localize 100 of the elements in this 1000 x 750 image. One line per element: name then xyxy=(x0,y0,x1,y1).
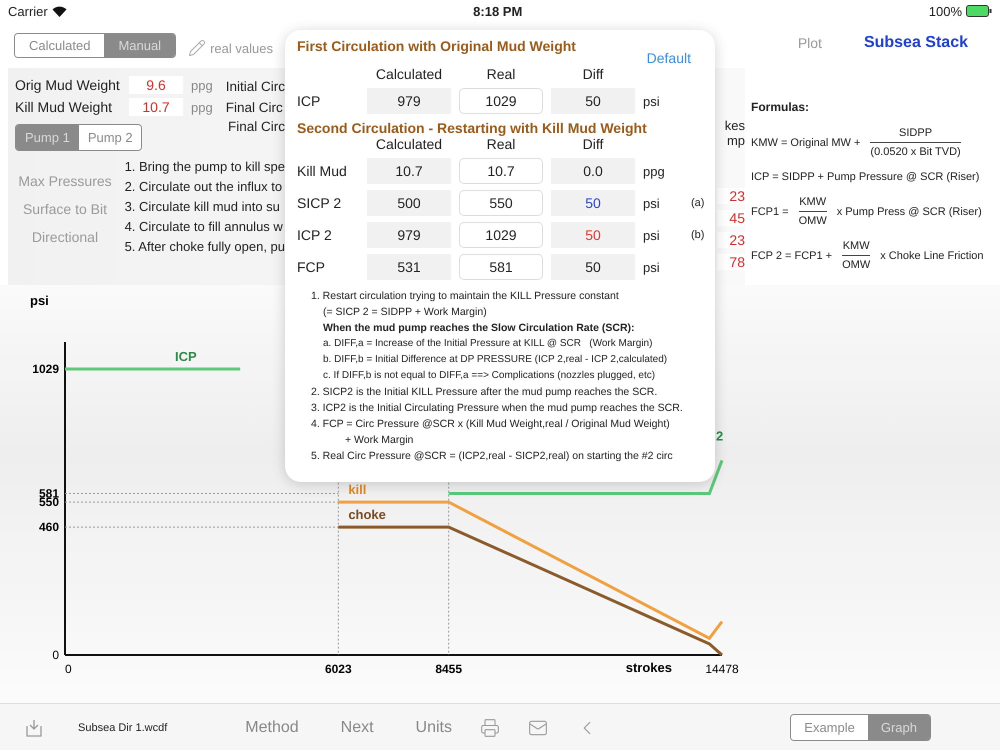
formula-text: ICP = SIDPP + Pump Pressure @ SCR (Riser) xyxy=(751,171,980,183)
formula-text: KMW = Original MW + xyxy=(751,136,860,148)
unit-label: ppg xyxy=(191,100,213,114)
x-tick-label: 6023 xyxy=(324,662,352,676)
side-link[interactable]: Surface to Bit xyxy=(15,201,115,217)
side-link[interactable]: Max Pressures xyxy=(15,173,115,189)
note-text: + Work Margin xyxy=(344,433,414,448)
file-name: Subsea Dir 1.wcdf xyxy=(78,722,168,734)
table-cell: 10.7 xyxy=(367,158,451,184)
view-tab[interactable]: Graph xyxy=(868,715,930,740)
wifi-icon xyxy=(52,6,67,16)
note-text: (= SICP 2 = SIDPP + Work Margin) xyxy=(322,305,488,320)
series-label: choke xyxy=(348,507,386,522)
unit-label: psi xyxy=(643,94,661,108)
value-text: 78 xyxy=(717,254,745,270)
status-time: 8:18 PM xyxy=(473,4,522,18)
note-text: c. If DIFF,b is not equal to DIFF,a ==> Complications (nozzles plugged, etc) xyxy=(322,369,656,383)
unit-label: ppg xyxy=(191,78,213,92)
input-field[interactable]: 1029 xyxy=(459,88,543,114)
input-field[interactable]: 10.7 xyxy=(459,158,543,184)
formula-numerator: KMW xyxy=(842,240,870,252)
row-label: FCP xyxy=(297,259,326,275)
value-text: 45 xyxy=(717,210,745,226)
note-text: 4. FCP = Circ Pressure @SCR x (Kill Mud Weight,real / Original Mud Weight) xyxy=(311,417,671,432)
input-field[interactable]: 550 xyxy=(459,190,543,216)
note-text: 2. SICP2 is the Initial KILL Pressure after the mud pump reaches the SCR. xyxy=(311,385,658,400)
table-cell: 979 xyxy=(367,222,451,248)
input-field[interactable]: 581 xyxy=(459,254,543,280)
column-header: Diff xyxy=(582,66,604,82)
formula-numerator: KMW xyxy=(799,196,826,208)
row-label: ICP 2 xyxy=(297,227,333,243)
note-text: 1. Restart circulation trying to maintain the KILL Pressure constant xyxy=(311,289,620,304)
series-label: 2 xyxy=(716,428,724,444)
section-title: First Circulation with Original Mud Weight xyxy=(297,38,576,54)
field-label: Orig Mud Weight xyxy=(15,77,121,93)
pencil-icon xyxy=(188,39,206,57)
section-title: Second Circulation - Restarting with Kill Mud Weight xyxy=(297,120,648,136)
pump-tab[interactable]: Pump 1 xyxy=(16,125,79,150)
toolbar-button[interactable]: Units xyxy=(416,718,452,736)
note-text: b. DIFF,b = Initial Difference at DP PRESSURE (ICP 2,real - ICP 2,calculated) xyxy=(322,353,668,367)
column-header: Real xyxy=(486,136,516,152)
column-header: Calculated xyxy=(374,66,444,82)
x-axis-title: strokes xyxy=(626,660,672,675)
y-tick-label: 460 xyxy=(38,520,59,534)
table-cell: 50 xyxy=(551,254,635,280)
note-text: 3. ICP2 is the Initial Circulating Pressure when the mud pump reaches the SCR. xyxy=(311,401,684,416)
tray-download-icon[interactable] xyxy=(24,718,44,738)
toolbar-button[interactable]: Method xyxy=(245,718,299,736)
y-tick-label: 0 xyxy=(52,648,59,662)
toolbar-button[interactable]: Next xyxy=(340,718,374,736)
column-header: Real xyxy=(486,66,516,82)
row-label: ICP xyxy=(297,93,322,109)
view-tab[interactable]: Example xyxy=(791,715,868,740)
series-label: ICP xyxy=(175,348,197,364)
formula-text: x Choke Line Friction xyxy=(880,250,984,262)
default-button[interactable]: Default xyxy=(646,50,691,66)
value-field[interactable]: 10.7 xyxy=(129,98,183,116)
step-text: 2. Circulate out the influx to xyxy=(124,179,284,194)
note-heading: When the mud pump reaches the Slow Circulation Rate (SCR): xyxy=(322,321,636,336)
x-tick-label: 0 xyxy=(65,662,72,676)
y-axis-title: psi xyxy=(30,293,49,308)
step-text: 1. Bring the pump to kill spe xyxy=(124,159,285,174)
table-cell: 50 xyxy=(551,222,635,248)
step-text: 5. After choke fully open, pu xyxy=(124,239,285,254)
note-text: 5. Real Circ Pressure @SCR = (ICP2,real - SICP2,real) on starting the #2 circ xyxy=(311,449,674,464)
table-cell: 531 xyxy=(367,254,451,280)
table-cell: 979 xyxy=(367,88,451,114)
column-label: Final Circ xyxy=(228,119,285,134)
note-mark: (b) xyxy=(691,229,706,241)
column-label: mp xyxy=(726,133,745,148)
side-link[interactable]: Directional xyxy=(15,229,115,245)
input-field[interactable]: 1029 xyxy=(459,222,543,248)
real-values-label: real values xyxy=(210,40,273,56)
formulas-title: Formulas: xyxy=(751,100,810,114)
step-text: 3. Circulate kill mud into su xyxy=(124,199,281,214)
note-mark: (a) xyxy=(691,197,706,209)
formula-denominator: OMW xyxy=(798,215,827,227)
formula-text: x Pump Press @ SCR (Riser) xyxy=(836,206,982,218)
column-label: Initial Circ xyxy=(226,79,285,94)
value-field[interactable]: 9.6 xyxy=(129,76,183,94)
unit-label: psi xyxy=(643,228,661,242)
table-cell: 50 xyxy=(551,88,635,114)
table-cell: 500 xyxy=(367,190,451,216)
plot-link[interactable]: Plot xyxy=(798,35,822,51)
page-title[interactable]: Subsea Stack xyxy=(864,34,968,52)
formula-text: FCP1 = xyxy=(751,206,789,218)
formula-text: FCP 2 = FCP1 + xyxy=(751,250,832,262)
y-tick-label: 1029 xyxy=(32,362,59,376)
column-label: Final Circ xyxy=(226,100,284,115)
pump-tab[interactable]: Pump 2 xyxy=(78,125,141,150)
row-label: SICP 2 xyxy=(297,195,342,211)
note-text: a. DIFF,a = Increase of the Initial Pressure at KILL @ SCR (Work Margin) xyxy=(322,337,654,351)
printer-icon[interactable] xyxy=(480,718,500,738)
column-header: Diff xyxy=(582,136,604,152)
column-label: kes xyxy=(724,118,745,133)
unit-label: ppg xyxy=(643,164,666,178)
mode-tab[interactable]: Manual xyxy=(104,34,176,56)
carrier-label: Carrier xyxy=(8,4,48,18)
table-cell: 50 xyxy=(551,190,635,216)
value-text: 23 xyxy=(717,188,745,204)
